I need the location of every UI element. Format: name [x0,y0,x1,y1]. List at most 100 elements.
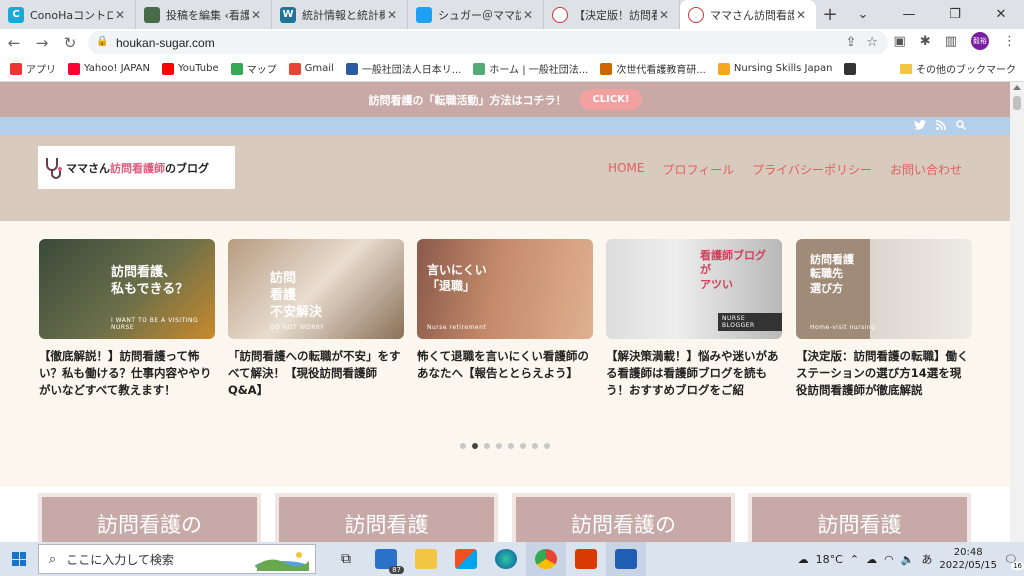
other-bookmarks[interactable]: その他のブックマーク [900,61,1016,76]
nav-link[interactable]: プロフィール [662,161,734,178]
restore-icon[interactable]: ❐ [932,0,978,29]
category-box[interactable]: 訪問看護 [748,493,971,542]
page-scrollbar[interactable] [1010,82,1024,542]
chevron-down-icon[interactable]: ⌄ [840,0,886,29]
reload-icon[interactable]: ↻ [56,34,84,52]
article-title[interactable]: 【決定版：訪問看護の転職】働くステーションの選び方14選を現役訪問看護師が徹底解… [796,348,972,416]
chrome-icon[interactable] [526,542,566,576]
bookmark-item[interactable]: Yahoo! JAPAN [68,62,150,75]
category-box[interactable]: 訪問看護 [275,493,498,542]
article-title[interactable]: 「訪問看護への転職が不安」をすべて解決！【現役訪問看護師Q&A】 [228,348,404,416]
bookmark-item[interactable]: 一般社団法人日本リ... [345,61,461,76]
bookmark-item[interactable]: 次世代看護教育研... [600,61,706,76]
url-bar[interactable]: 🔒 houkan-sugar.com ⇪ ☆ [88,31,888,54]
article-card[interactable]: 言いにくい 「退職」 Nurse retirement 怖くて退職を言いにくい看護師… [417,239,593,416]
browser-tab[interactable]: W 統計情報と統計概要✕ [272,0,408,29]
menu-icon[interactable]: ⋮ [1003,34,1016,49]
browser-tab[interactable]: ママさん訪問看護師の✕ [680,0,816,29]
category-box[interactable]: 訪問看護の [38,493,261,542]
bookmark-item[interactable]: アプリ [10,61,56,76]
nav-link[interactable]: プライバシーポリシー [752,161,872,178]
clock[interactable]: 20:48 2022/05/15 [939,546,997,572]
share-icon[interactable]: ⇪ [845,35,856,50]
bookmark-item[interactable]: Nursing Skills Japan [717,62,833,75]
slider-dot[interactable] [520,443,526,449]
slider-dot[interactable] [532,443,538,449]
weather-temp[interactable]: 18°C [816,553,843,566]
office-icon[interactable] [566,542,606,576]
extension-icon[interactable]: ▣ [894,34,906,49]
article-title[interactable]: 怖くて退職を言いにくい看護師のあなたへ【報告ととらえよう】 [417,348,593,416]
slider-dot[interactable] [460,443,466,449]
minimize-icon[interactable]: — [886,0,932,29]
browser-tab[interactable]: C ConoHaコントロールパネル✕ [0,0,136,29]
wifi-icon[interactable]: ◠ [884,553,894,566]
notification-icon[interactable]: 🗨 16 [1004,553,1024,570]
ime-indicator[interactable]: あ [921,551,932,567]
slider-dot[interactable] [508,443,514,449]
task-view-icon[interactable]: ⧉ [326,542,366,576]
slider-dot[interactable] [484,443,490,449]
taskbar-search-input[interactable]: ⌕ ここに入力して検索 [38,544,316,574]
category-box[interactable]: 訪問看護の [512,493,735,542]
browser-tab[interactable]: シュガー＠ママ訪問看✕ [408,0,544,29]
avatar[interactable]: 毅裕 [971,32,989,50]
side-panel-icon[interactable]: ▥ [945,34,957,49]
close-tab-icon[interactable]: ✕ [657,8,671,22]
mail-icon[interactable]: 87 [366,542,406,576]
weather-icon[interactable]: ☁ [798,553,809,566]
article-thumbnail[interactable]: 訪問看護、 私もできる？ I WANT TO BE A VISITING NURS… [39,239,215,339]
bookmark-label: Nursing Skills Japan [733,63,833,74]
conoha-icon: C [8,6,24,23]
nav-link[interactable]: お問い合わせ [890,161,962,178]
slider-dot[interactable] [472,443,478,449]
site-logo[interactable]: ママさん訪問看護師のブログ [38,146,235,189]
slider-dot[interactable] [544,443,550,449]
chevron-up-icon[interactable]: ⌃ [850,553,859,566]
article-title[interactable]: 【徹底解説！】訪問看護って怖い？私も働ける？仕事内容ややりがいなどすべて教えます… [39,348,215,416]
close-icon[interactable]: ✕ [978,0,1024,29]
file-explorer-icon[interactable] [406,542,446,576]
search-icon[interactable] [956,119,967,133]
close-tab-icon[interactable]: ✕ [794,8,808,22]
star-icon[interactable]: ☆ [866,35,878,50]
article-thumbnail[interactable]: 訪問看護 転職先 選び方 Home-visit nursing [796,239,972,339]
article-title[interactable]: 【解決策満載！】悩みや迷いがある看護師は看護師ブログを読もう！おすすめブログをご… [606,348,782,416]
slider-dot[interactable] [496,443,502,449]
close-tab-icon[interactable]: ✕ [385,8,399,22]
article-card[interactable]: 訪問 看護 不安解決 DO NOT WORRY 「訪問看護への転職が不安」をすべて解… [228,239,404,416]
bookmark-item[interactable] [844,62,860,75]
start-button[interactable] [0,542,38,576]
bookmark-item[interactable]: マップ [230,61,277,76]
article-card[interactable]: 訪問看護 転職先 選び方 Home-visit nursing 【決定版：訪問看護の… [796,239,972,416]
article-thumbnail[interactable]: 訪問 看護 不安解決 DO NOT WORRY [228,239,404,339]
close-tab-icon[interactable]: ✕ [521,8,535,22]
nav-link[interactable]: HOME [608,161,644,178]
close-tab-icon[interactable]: ✕ [113,8,127,22]
url-text[interactable]: houkan-sugar.com [116,36,215,50]
article-thumbnail[interactable]: 看護師ブログ が アツい NURSE BLOGGER [606,239,782,339]
article-card[interactable]: 訪問看護、 私もできる？ I WANT TO BE A VISITING NURS… [39,239,215,416]
article-thumbnail[interactable]: 言いにくい 「退職」 Nurse retirement [417,239,593,339]
puzzle-icon[interactable]: ✱ [920,34,931,49]
rss-icon[interactable] [935,119,946,133]
twitter-icon[interactable] [914,119,926,133]
lock-icon[interactable]: 🔒 [96,36,110,50]
store-icon[interactable] [446,542,486,576]
scroll-up-icon[interactable] [1013,85,1021,90]
edge-icon[interactable] [486,542,526,576]
speaker-icon[interactable]: 🔈 [901,553,915,566]
browser-tab[interactable]: 投稿を編集 ‹看護師✕ [136,0,272,29]
bookmark-item[interactable]: Gmail [288,62,334,75]
browser-tab[interactable]: 【決定版！訪問看護✕ [544,0,680,29]
close-tab-icon[interactable]: ✕ [249,8,263,22]
bookmark-item[interactable]: YouTube [161,62,219,75]
app-icon[interactable] [606,542,646,576]
article-card[interactable]: 看護師ブログ が アツい NURSE BLOGGER 【解決策満載！】悩みや迷いがあ… [606,239,782,416]
onedrive-icon[interactable]: ☁ [866,553,877,566]
forward-icon[interactable]: → [28,34,56,52]
promo-click-button[interactable]: CLICK! [580,89,642,110]
back-icon[interactable]: ← [0,34,28,52]
scrollbar-thumb[interactable] [1013,96,1021,110]
bookmark-item[interactable]: ホーム | 一般社団法... [473,61,588,76]
